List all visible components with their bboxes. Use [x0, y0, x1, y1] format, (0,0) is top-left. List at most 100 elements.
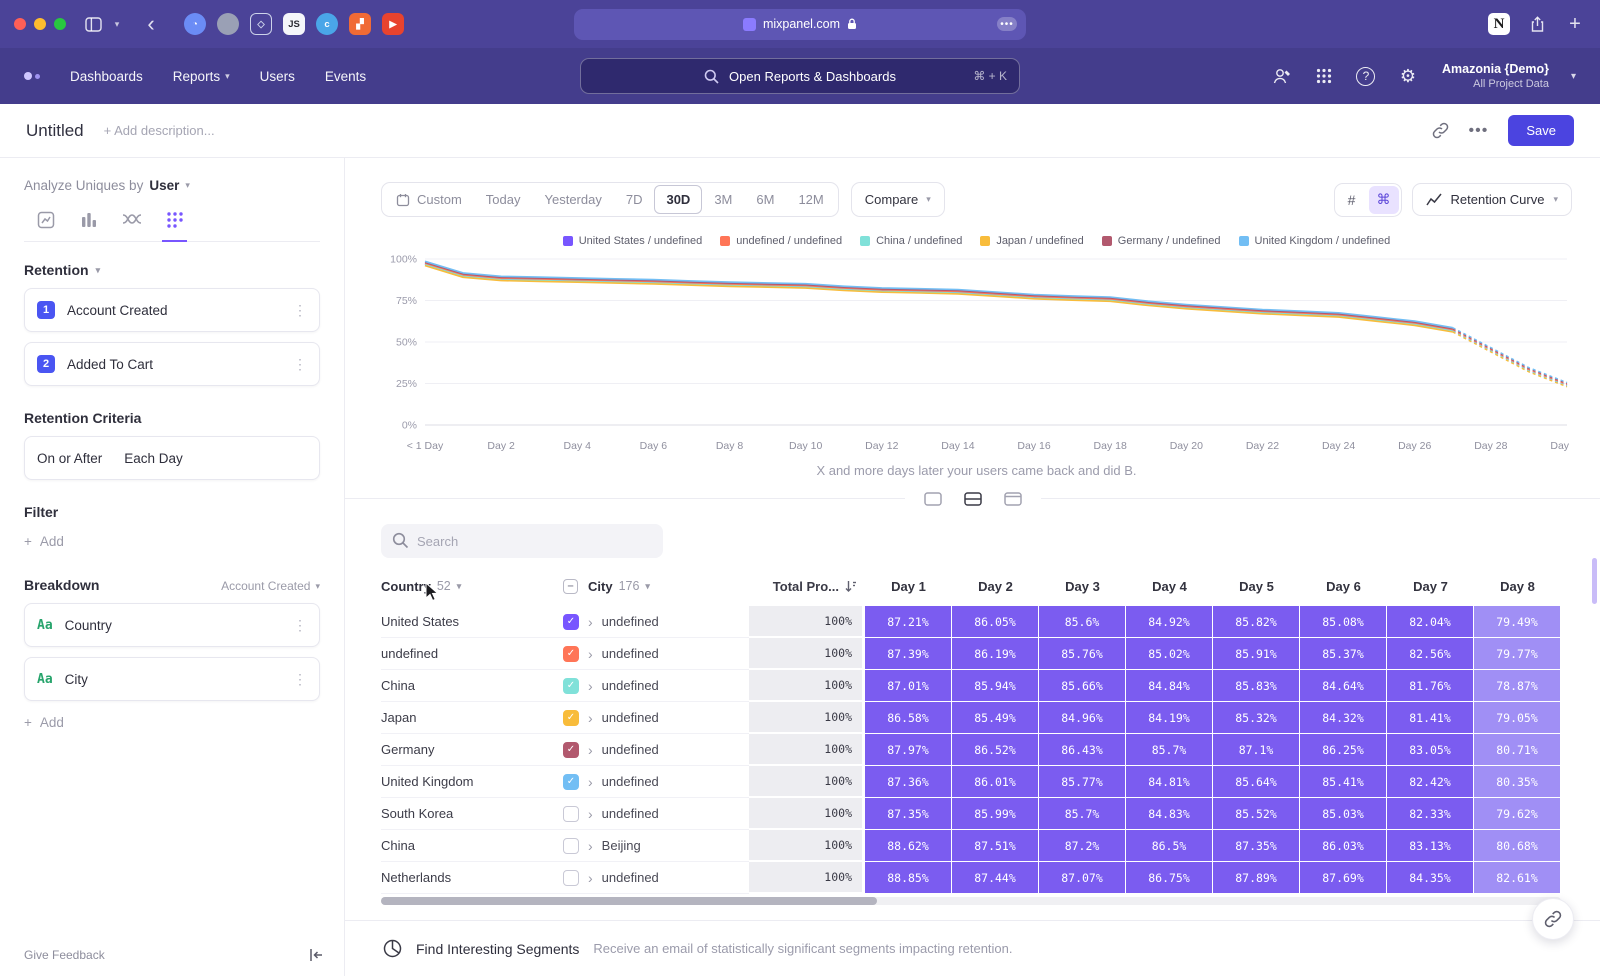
retention-cell[interactable]: 80.68%	[1474, 830, 1561, 862]
retention-cell[interactable]: 84.32%	[1300, 702, 1387, 734]
city-column-header[interactable]: – City 176 ▾	[563, 579, 749, 594]
tab-funnels[interactable]	[67, 211, 110, 241]
expand-chevron-icon[interactable]: ›	[588, 774, 593, 790]
day-column-header[interactable]: Day 7	[1387, 579, 1474, 594]
retention-cell[interactable]: 86.05%	[952, 606, 1039, 638]
retention-cell[interactable]: 82.33%	[1387, 798, 1474, 830]
criteria-interval-select[interactable]: Each Day	[124, 451, 307, 466]
retention-cell[interactable]: 86.03%	[1300, 830, 1387, 862]
zoom-window-button[interactable]	[54, 18, 66, 30]
horizontal-scrollbar[interactable]	[381, 897, 1561, 905]
legend-item[interactable]: United Kingdom / undefined	[1239, 235, 1391, 247]
mixpanel-logo[interactable]	[24, 72, 40, 80]
retention-cell[interactable]: 85.49%	[952, 702, 1039, 734]
retention-cell[interactable]: 86.58%	[865, 702, 952, 734]
retention-cell[interactable]: 79.49%	[1474, 606, 1561, 638]
nav-reports[interactable]: Reports▾	[173, 69, 230, 84]
retention-cell[interactable]: 79.05%	[1474, 702, 1561, 734]
tab-insights[interactable]	[24, 211, 67, 241]
video-extension-icon[interactable]: ▶	[382, 13, 404, 35]
select-all-checkbox[interactable]: –	[563, 579, 578, 594]
analyze-entity-select[interactable]: User	[149, 178, 179, 193]
date-range-today[interactable]: Today	[474, 185, 533, 214]
date-range-30d[interactable]: 30D	[654, 185, 702, 214]
legend-item[interactable]: Germany / undefined	[1102, 235, 1221, 247]
more-options-icon[interactable]: •••	[1469, 122, 1489, 140]
chart-type-select[interactable]: Retention Curve ▾	[1412, 183, 1572, 216]
new-tab-icon[interactable]: +	[1564, 12, 1586, 36]
retention-cell[interactable]: 85.7%	[1126, 734, 1213, 766]
retention-cell[interactable]: 84.19%	[1126, 702, 1213, 734]
retention-cell[interactable]: 81.41%	[1387, 702, 1474, 734]
country-column-header[interactable]: Country 52 ▾	[381, 579, 563, 594]
expand-chevron-icon[interactable]: ›	[588, 614, 593, 630]
user-settings-icon[interactable]	[1268, 62, 1296, 90]
collapse-sidebar-icon[interactable]	[309, 948, 324, 962]
copy-link-icon[interactable]	[1432, 122, 1449, 139]
split-view-icon[interactable]	[957, 485, 989, 512]
retention-cell[interactable]: 88.62%	[865, 830, 952, 862]
date-range-yesterday[interactable]: Yesterday	[533, 185, 614, 214]
retention-cell[interactable]: 86.75%	[1126, 862, 1213, 894]
save-button[interactable]: Save	[1508, 115, 1574, 146]
day-column-header[interactable]: Day 4	[1126, 579, 1213, 594]
retention-cell[interactable]: 86.19%	[952, 638, 1039, 670]
retention-cell[interactable]: 81.76%	[1387, 670, 1474, 702]
retention-cell[interactable]: 85.66%	[1039, 670, 1126, 702]
notion-icon[interactable]: N	[1488, 13, 1510, 35]
retention-cell[interactable]: 85.7%	[1039, 798, 1126, 830]
retention-cell[interactable]: 85.64%	[1213, 766, 1300, 798]
step-options-icon[interactable]: ⋮	[293, 356, 307, 373]
retention-cell[interactable]: 87.89%	[1213, 862, 1300, 894]
chart-only-view-icon[interactable]	[917, 485, 949, 512]
day-column-header[interactable]: Day 2	[952, 579, 1039, 594]
scrollbar-thumb[interactable]	[381, 897, 877, 905]
vertical-scrollbar-thumb[interactable]	[1592, 558, 1597, 604]
project-switcher[interactable]: Amazonia {Demo} All Project Data	[1442, 62, 1549, 90]
apps-grid-icon[interactable]	[1310, 62, 1338, 90]
retention-cell[interactable]: 79.77%	[1474, 638, 1561, 670]
expand-chevron-icon[interactable]: ›	[588, 710, 593, 726]
date-range-custom[interactable]: Custom	[384, 185, 474, 214]
expand-chevron-icon[interactable]: ›	[588, 838, 593, 854]
site-options-icon[interactable]: •••	[997, 17, 1017, 31]
breakdown-city[interactable]: Aa City ⋮	[24, 657, 320, 701]
retention-cell[interactable]: 84.81%	[1126, 766, 1213, 798]
close-window-button[interactable]	[14, 18, 26, 30]
day-column-header[interactable]: Day 5	[1213, 579, 1300, 594]
step-options-icon[interactable]: ⋮	[293, 302, 307, 319]
day-column-header[interactable]: Day 3	[1039, 579, 1126, 594]
nav-dashboards[interactable]: Dashboards	[70, 69, 143, 84]
day-column-header[interactable]: Day 1	[865, 579, 952, 594]
breakdown-country[interactable]: Aa Country ⋮	[24, 603, 320, 647]
report-title[interactable]: Untitled	[26, 121, 84, 141]
retention-cell[interactable]: 87.51%	[952, 830, 1039, 862]
legend-item[interactable]: United States / undefined	[563, 235, 703, 247]
retention-cell[interactable]: 85.32%	[1213, 702, 1300, 734]
command-shortcuts-icon[interactable]: ⌘	[1369, 186, 1399, 214]
retention-cell[interactable]: 85.76%	[1039, 638, 1126, 670]
retention-cell[interactable]: 82.42%	[1387, 766, 1474, 798]
retention-cell[interactable]: 86.52%	[952, 734, 1039, 766]
breakdown-options-icon[interactable]: ⋮	[293, 617, 307, 634]
retention-cell[interactable]: 85.91%	[1213, 638, 1300, 670]
segments-title[interactable]: Find Interesting Segments	[416, 941, 579, 957]
help-icon[interactable]: ?	[1352, 62, 1380, 90]
retention-cell[interactable]: 84.83%	[1126, 798, 1213, 830]
expand-chevron-icon[interactable]: ›	[588, 646, 593, 662]
retention-cell[interactable]: 84.92%	[1126, 606, 1213, 638]
retention-cell[interactable]: 85.02%	[1126, 638, 1213, 670]
retention-step-1[interactable]: 1 Account Created ⋮	[24, 288, 320, 332]
expand-chevron-icon[interactable]: ›	[588, 806, 593, 822]
row-checkbox[interactable]	[563, 806, 579, 822]
address-bar[interactable]: mixpanel.com •••	[574, 9, 1026, 40]
retention-cell[interactable]: 87.97%	[865, 734, 952, 766]
js-extension-icon[interactable]: JS	[283, 13, 305, 35]
date-range-3m[interactable]: 3M	[702, 185, 744, 214]
retention-cell[interactable]: 87.36%	[865, 766, 952, 798]
retention-cell[interactable]: 86.5%	[1126, 830, 1213, 862]
retention-cell[interactable]: 87.1%	[1213, 734, 1300, 766]
table-search-input[interactable]	[381, 524, 663, 558]
share-icon[interactable]	[1526, 12, 1548, 36]
row-checkbox[interactable]: ✓	[563, 710, 579, 726]
